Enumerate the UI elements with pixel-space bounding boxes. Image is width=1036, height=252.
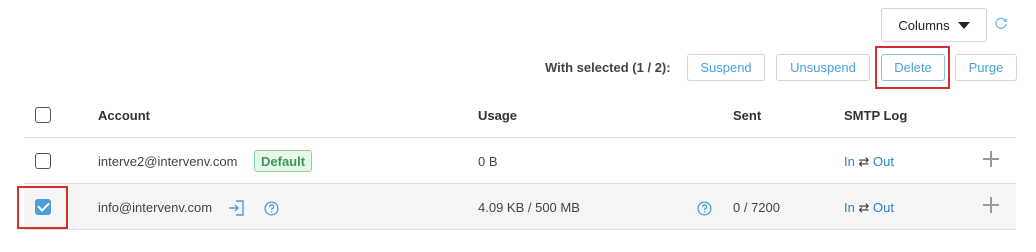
caret-down-icon <box>957 22 970 29</box>
plus-icon[interactable] <box>983 197 999 213</box>
smtp-in-link[interactable]: In <box>844 200 855 215</box>
select-all-checkbox[interactable] <box>35 107 51 123</box>
header-smtp-log: SMTP Log <box>844 108 908 123</box>
help-icon[interactable] <box>264 201 279 216</box>
divider <box>24 229 1016 230</box>
header-account: Account <box>98 108 150 123</box>
help-icon[interactable] <box>697 201 712 216</box>
suspend-button[interactable]: Suspend <box>687 54 765 81</box>
account-email[interactable]: interve2@intervenv.com <box>98 154 237 169</box>
swap-arrows-icon: ⇄ <box>858 154 870 169</box>
default-badge: Default <box>254 150 313 172</box>
sent-value: 0 / 7200 <box>733 200 780 215</box>
purge-button[interactable]: Purge <box>955 54 1017 81</box>
smtp-out-link[interactable]: Out <box>873 200 894 215</box>
header-sent: Sent <box>733 108 762 123</box>
login-icon[interactable] <box>228 199 246 217</box>
delete-highlight-box <box>875 46 950 89</box>
header-usage: Usage <box>478 108 518 123</box>
usage-value: 0 B <box>478 154 498 169</box>
plus-icon[interactable] <box>983 151 999 167</box>
refresh-icon[interactable] <box>994 16 1008 30</box>
unsuspend-button[interactable]: Unsuspend <box>776 54 870 81</box>
smtp-log-links: In ⇄ Out <box>844 154 894 170</box>
account-email[interactable]: info@intervenv.com <box>98 200 212 215</box>
smtp-in-link[interactable]: In <box>844 154 855 169</box>
checkbox-highlight-box <box>17 186 68 229</box>
columns-dropdown-button[interactable]: Columns <box>881 8 987 42</box>
swap-arrows-icon: ⇄ <box>858 200 870 215</box>
usage-value: 4.09 KB / 500 MB <box>478 200 580 215</box>
columns-label: Columns <box>898 17 950 33</box>
row-checkbox[interactable] <box>35 153 51 169</box>
smtp-log-links: In ⇄ Out <box>844 200 894 216</box>
smtp-out-link[interactable]: Out <box>873 154 894 169</box>
with-selected-label: With selected (1 / 2): <box>545 60 671 75</box>
